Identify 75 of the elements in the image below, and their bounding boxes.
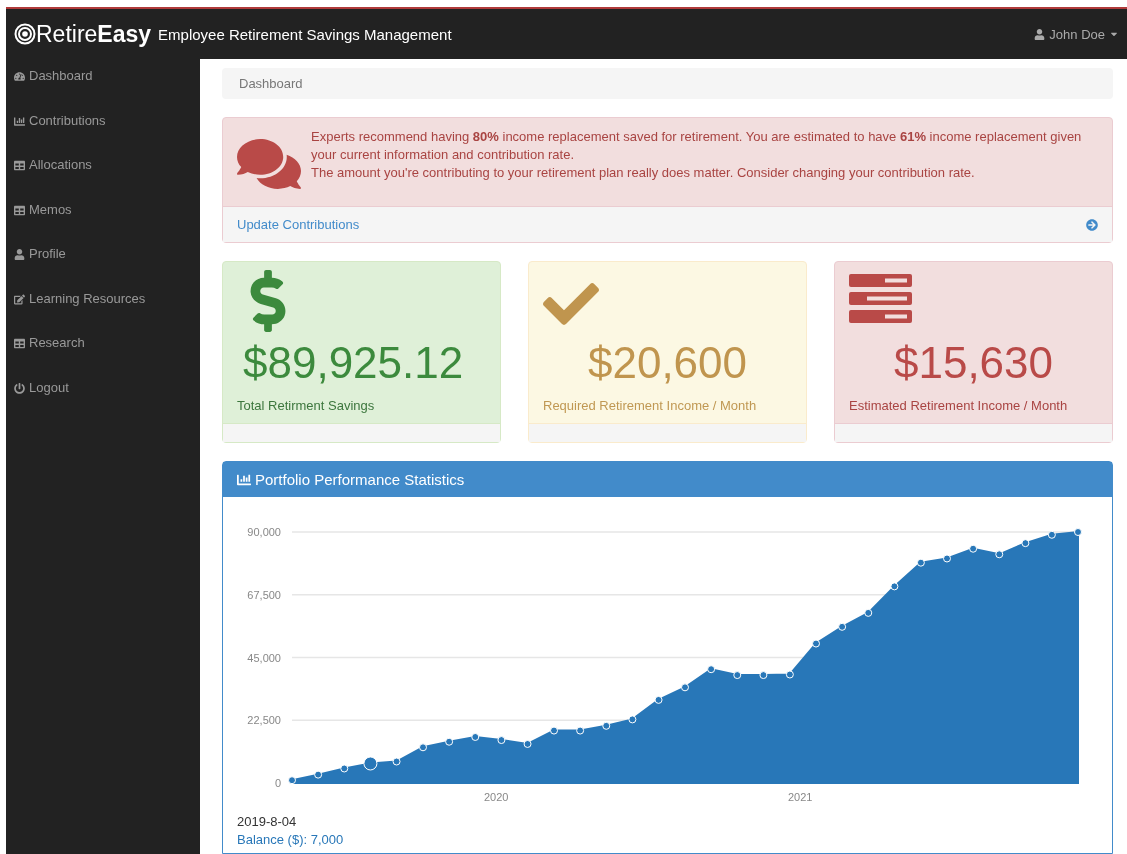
sidebar-item[interactable]: Logout [6, 378, 200, 423]
user-menu[interactable]: John Doe [1034, 26, 1119, 42]
data-point[interactable] [733, 671, 742, 680]
panel-title: Portfolio Performance Statistics [255, 471, 465, 488]
y-axis-label: 22,500 [247, 714, 281, 727]
table-icon [14, 160, 25, 171]
power-icon [14, 382, 25, 394]
alert-text: The amount you're contributing to your retirement plan really does matter. Consider changing your contribution rate. [311, 164, 976, 182]
data-point[interactable] [681, 683, 689, 692]
data-point[interactable] [523, 739, 532, 748]
edit-icon [14, 293, 25, 305]
update-link[interactable]: Update Contributions [237, 217, 360, 232]
data-point[interactable] [785, 670, 794, 679]
y-axis-label: 0 [274, 777, 281, 789]
data-point[interactable] [759, 671, 768, 680]
table-icon [14, 338, 25, 349]
tooltip-value: Balance ($): 7,000 [237, 831, 345, 849]
y-axis-label: 90,000 [247, 526, 281, 538]
stat-label: Required Retirement Income / Month [543, 398, 758, 413]
logo-icon [14, 23, 36, 45]
bar-chart-icon [14, 115, 25, 127]
data-point[interactable] [969, 544, 978, 553]
data-point[interactable] [890, 582, 899, 591]
data-point[interactable] [392, 757, 401, 766]
sidebar-item[interactable]: Memos [6, 200, 200, 245]
sidebar-item[interactable]: Dashboard [6, 67, 200, 112]
sidebar-item[interactable]: Research [6, 334, 200, 379]
stat-value: $20,600 [586, 338, 749, 388]
x-axis-label: 2020 [484, 791, 509, 803]
data-point[interactable] [628, 715, 637, 724]
y-axis-label: 67,500 [247, 588, 281, 601]
y-axis-label: 45,000 [247, 651, 281, 664]
data-point[interactable] [550, 726, 558, 735]
data-point[interactable] [995, 550, 1004, 559]
data-point[interactable] [576, 726, 585, 735]
data-point[interactable] [445, 737, 454, 746]
server-icon [849, 274, 912, 324]
data-point[interactable] [602, 721, 611, 730]
data-point[interactable] [471, 733, 480, 741]
data-point[interactable] [419, 743, 427, 752]
data-point[interactable] [288, 776, 296, 785]
dashboard-icon [14, 71, 25, 82]
table-icon [14, 204, 25, 216]
data-point[interactable] [314, 770, 323, 779]
sidebar-item[interactable]: Contributions [6, 111, 200, 156]
data-point[interactable] [838, 622, 847, 631]
brand-name: RetireEasy [36, 20, 152, 48]
alert-text: Experts recommend having 80% income replacement saved for retirement. You are estimated to have 61% income replacement given your current information and contribution rate. [311, 128, 1083, 164]
data-point[interactable] [707, 665, 716, 674]
x-axis-label: 2021 [787, 791, 813, 803]
sidebar-item[interactable]: Allocations [6, 156, 200, 201]
user-icon [1034, 28, 1046, 40]
sidebar-item[interactable]: Profile [6, 245, 200, 290]
stat-value: $89,925.12 [242, 338, 465, 388]
data-point[interactable] [363, 756, 378, 771]
data-point[interactable] [943, 554, 951, 563]
app-subtitle: Employee Retirement Savings Management [158, 25, 452, 43]
stat-label: Total Retirment Savings [237, 398, 376, 413]
data-point[interactable] [497, 736, 506, 745]
user-icon [14, 249, 25, 260]
arrow-right-icon[interactable] [1086, 218, 1098, 231]
data-point[interactable] [1074, 528, 1082, 536]
data-point[interactable] [864, 608, 873, 617]
tooltip-date: 2019-8-04 [237, 813, 298, 831]
data-point[interactable] [1047, 530, 1056, 539]
stat-value: $15,630 [892, 338, 1055, 388]
data-point[interactable] [654, 695, 663, 704]
data-point[interactable] [340, 764, 349, 773]
breadcrumb: Dashboard [222, 68, 1113, 99]
data-point[interactable] [812, 639, 820, 648]
data-point[interactable] [916, 558, 925, 567]
data-point[interactable] [1021, 539, 1030, 548]
bar-chart-icon [237, 472, 251, 487]
sidebar-item[interactable]: Learning Resources [6, 289, 200, 334]
stat-label: Estimated Retirement Income / Month [849, 398, 1069, 413]
